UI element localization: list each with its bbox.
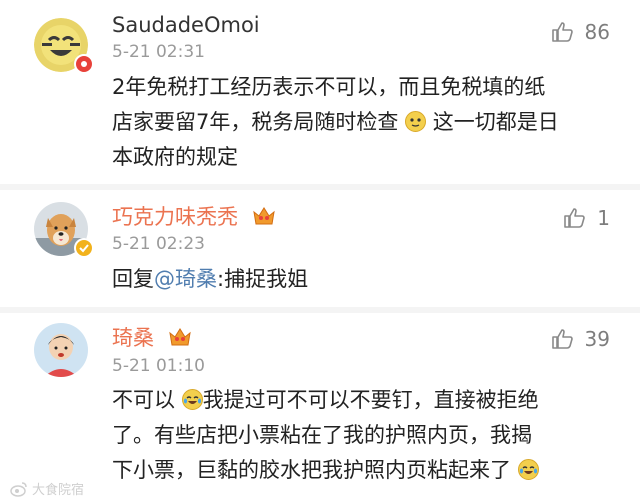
- comment-text: 不可以 我提过可不可以不要钉，直接被拒绝 了。有些店把小票粘在了我的护照内页，我…: [112, 383, 612, 488]
- username-text: 巧克力味秃秃: [112, 205, 238, 229]
- comment-text-line: 本政府的规定: [112, 145, 238, 169]
- reply-text: :捕捉我姐: [217, 267, 309, 291]
- comment-text: 回复@琦桑:捕捉我姐: [112, 262, 612, 297]
- comment-item: 巧克力味秃秃 5-21 02:23 1 回复@琦桑:捕捉我姐: [0, 190, 640, 307]
- member-crown-icon: [168, 327, 191, 347]
- laugh-cry-emoji-icon: [181, 386, 203, 410]
- verified-badge-icon: [74, 238, 94, 258]
- weibo-logo-icon: [10, 481, 27, 497]
- comment-text-line: 店家要留7年，税务局随时检查: [112, 110, 399, 134]
- comment-text-line: 这一切都是日: [432, 110, 559, 134]
- timestamp: 5-21 02:31: [112, 42, 205, 62]
- comment-text-line: 2年免税打工经历表示不可以，而且免税填的纸: [112, 75, 546, 99]
- username[interactable]: 巧克力味秃秃: [112, 204, 275, 230]
- username[interactable]: 琦桑: [112, 325, 191, 351]
- laugh-cry-emoji-icon: [517, 456, 539, 480]
- comment-item: 琦桑 5-21 01:10 39 不可以 我提过可不可以不要钉，直接被拒绝 了。…: [0, 313, 640, 504]
- like-count: 39: [584, 327, 610, 351]
- like-count: 86: [584, 20, 610, 44]
- reply-label: 回复: [112, 267, 154, 291]
- thumbs-up-icon: [564, 208, 586, 228]
- username[interactable]: SaudadeOmoi: [112, 12, 260, 38]
- like-button[interactable]: 86: [551, 20, 610, 44]
- thumbs-up-icon: [551, 329, 573, 349]
- comment-text-line: 不可以: [112, 388, 175, 412]
- timestamp: 5-21 02:23: [112, 234, 205, 254]
- like-count: 1: [597, 206, 610, 230]
- comment-text-line: 下小票，巨黏的胶水把我护照内页粘起来了: [112, 458, 511, 482]
- thumbs-up-icon: [551, 22, 573, 42]
- comment-item: SaudadeOmoi 5-21 02:31 86 2年免税打工经历表示不可以，…: [0, 0, 640, 184]
- comment-text: 2年免税打工经历表示不可以，而且免税填的纸 店家要留7年，税务局随时检查 这一切…: [112, 70, 612, 175]
- member-crown-icon: [252, 206, 275, 226]
- watermark: 大食院宿: [10, 479, 84, 498]
- watermark-text: 大食院宿: [32, 483, 85, 498]
- like-button[interactable]: 1: [563, 206, 610, 230]
- comment-text-line: 我提过可不可以不要钉，直接被拒绝: [202, 388, 539, 412]
- timestamp: 5-21 01:10: [112, 356, 205, 376]
- comment-text-line: 了。有些店把小票粘在了我的护照内页，我揭: [112, 423, 532, 447]
- like-button[interactable]: 39: [551, 327, 610, 351]
- mention-link[interactable]: @琦桑: [154, 267, 217, 291]
- doge-emoji-icon: [405, 108, 427, 132]
- username-text: 琦桑: [112, 326, 154, 350]
- verified-badge-icon: [74, 54, 94, 74]
- avatar[interactable]: [34, 323, 88, 377]
